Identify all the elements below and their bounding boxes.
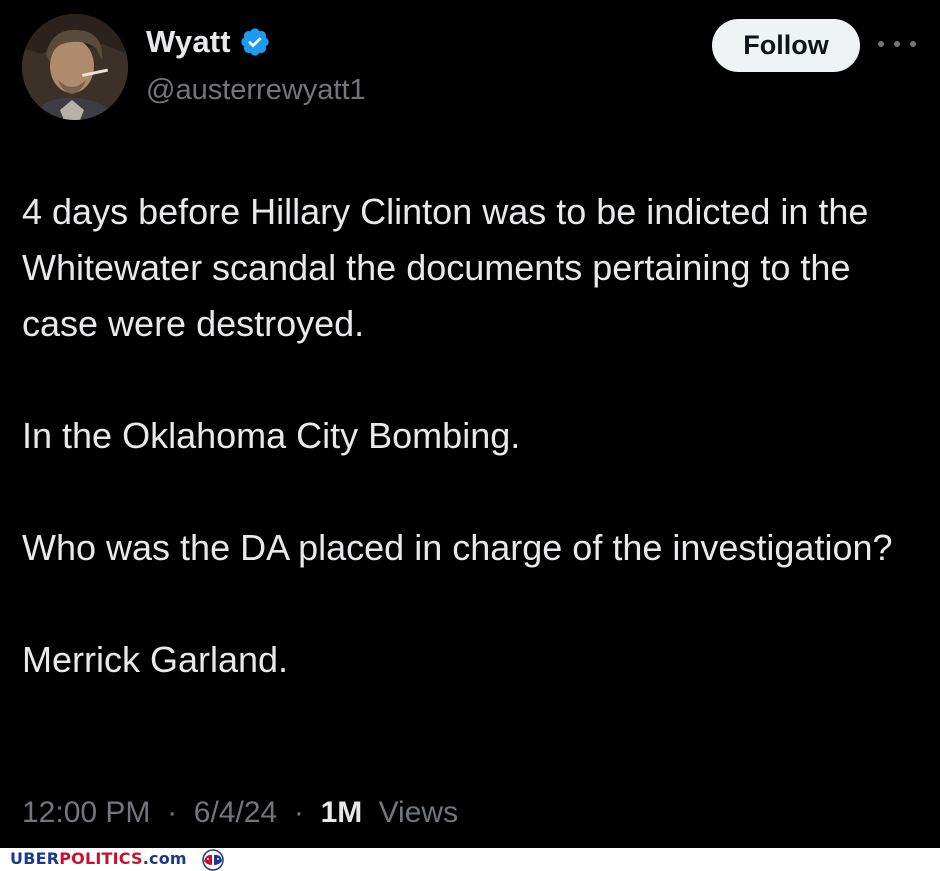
tweet-paragraph: Merrick Garland. <box>22 639 289 680</box>
tweet-paragraph: In the Oklahoma City Bombing. <box>22 415 521 456</box>
watermark-part-com: .com <box>142 849 187 868</box>
watermark-text: UBERPOLITICS.com <box>10 849 187 868</box>
verified-badge-icon <box>241 28 269 56</box>
tweet-paragraph: 4 days before Hillary Clinton was to be … <box>22 191 869 344</box>
more-dot <box>894 41 900 47</box>
tweet-paragraph: Who was the DA placed in charge of the i… <box>22 527 893 568</box>
avatar-portrait-icon <box>22 14 128 120</box>
tweet-meta-row: 12:00 PM · 6/4/24 · 1M Views <box>22 796 458 830</box>
watermark-part-uber: UBER <box>10 849 60 868</box>
author-name-row: Wyatt <box>146 24 271 60</box>
more-dot <box>878 41 884 47</box>
more-options-icon[interactable] <box>878 34 916 54</box>
tweet-body: 4 days before Hillary Clinton was to be … <box>22 184 922 688</box>
watermark-bar: UBERPOLITICS.com <box>0 848 940 871</box>
tweet-card: Wyatt @austerrewyatt1 Follow 4 days befo… <box>0 0 940 848</box>
more-dot <box>910 41 916 47</box>
watermark-part-politics: POLITICS <box>59 849 143 868</box>
tweet-date[interactable]: 6/4/24 <box>194 796 277 829</box>
views-count[interactable]: 1M <box>321 796 363 829</box>
tweet-time[interactable]: 12:00 PM <box>22 796 150 829</box>
meta-separator: · <box>158 796 186 829</box>
author-handle[interactable]: @austerrewyatt1 <box>146 74 366 107</box>
meta-separator: · <box>285 796 313 829</box>
elephant-donkey-logo-icon <box>202 849 224 871</box>
follow-button[interactable]: Follow <box>712 19 860 72</box>
views-label: Views <box>378 796 459 829</box>
author-display-name[interactable]: Wyatt <box>146 24 231 60</box>
author-avatar[interactable] <box>22 14 128 120</box>
